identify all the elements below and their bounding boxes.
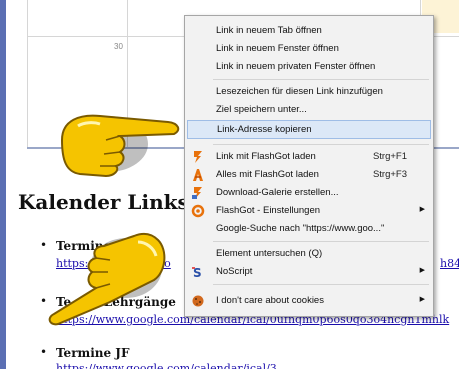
menu-item-noscript[interactable]: S NoScript ▶ — [185, 263, 433, 281]
pointing-hand-icon — [48, 232, 166, 326]
flashgot-icon — [194, 151, 202, 163]
menu-item-shortcut: Strg+F3 — [372, 169, 407, 180]
noscript-icon: S — [192, 266, 202, 279]
menu-item-open-new-window[interactable]: Link in neuem Fenster öffnen — [185, 40, 433, 58]
menu-item-label: Google-Suche nach "https://www.goo..." — [216, 223, 385, 234]
menu-item-flashgot-settings[interactable]: FlashGot - Einstellungen ▶ — [185, 202, 433, 220]
flashgot-settings-icon — [191, 204, 205, 218]
gallery-icon — [192, 187, 202, 199]
menu-item-save-link-as[interactable]: Ziel speichern unter... — [185, 101, 433, 119]
menu-item-label: Link-Adresse kopieren — [217, 124, 312, 135]
pointing-hand-icon — [60, 114, 180, 178]
menu-item-flashgot-all[interactable]: Alles mit FlashGot laden Strg+F3 — [185, 166, 433, 184]
calendar-link-3[interactable]: https://www.google.com/calendar/ical/3..… — [56, 362, 456, 369]
browser-page: 30 Kalender Links zu • Termine https:// … — [0, 0, 459, 369]
menu-separator — [213, 79, 429, 80]
calendar-col-divider — [27, 0, 28, 148]
menu-item-download-gallery[interactable]: Download-Galerie erstellen... — [185, 184, 433, 202]
menu-item-label: Alles mit FlashGot laden — [216, 169, 319, 180]
menu-item-label: Element untersuchen (Q) — [216, 248, 323, 259]
menu-item-label: NoScript — [216, 266, 253, 277]
menu-item-label: Download-Galerie erstellen... — [216, 187, 339, 198]
menu-item-label: Link in neuem privaten Fenster öffnen — [216, 61, 376, 72]
menu-item-copy-link[interactable]: Link-Adresse kopieren — [187, 120, 431, 139]
menu-item-open-private-window[interactable]: Link in neuem privaten Fenster öffnen — [185, 58, 433, 76]
list-item-title: Termine JF — [56, 346, 130, 360]
menu-item-label: I don't care about cookies — [216, 295, 324, 306]
menu-item-inspect-element[interactable]: Element untersuchen (Q) — [185, 245, 433, 263]
menu-item-label: Link in neuem Tab öffnen — [216, 25, 322, 36]
submenu-arrow-icon: ▶ — [419, 206, 425, 213]
bullet-icon: • — [40, 345, 48, 359]
menu-item-cookies[interactable]: I don't care about cookies ▶ — [185, 292, 433, 310]
menu-separator — [213, 284, 429, 285]
page-left-border — [0, 0, 6, 369]
menu-item-flashgot-link[interactable]: Link mit FlashGot laden Strg+F1 — [185, 148, 433, 166]
menu-separator — [213, 241, 429, 242]
menu-item-label: FlashGot - Einstellungen — [216, 205, 321, 216]
cookie-icon — [192, 295, 204, 307]
calendar-link-1-fragment[interactable]: h84 — [440, 257, 459, 270]
flashgot-all-icon — [193, 169, 203, 181]
submenu-arrow-icon: ▶ — [419, 296, 425, 303]
menu-item-label: Lesezeichen für diesen Link hinzufügen — [216, 86, 383, 97]
context-menu: Link in neuem Tab öffnen Link in neuem F… — [184, 15, 434, 317]
menu-item-shortcut: Strg+F1 — [372, 151, 407, 162]
menu-item-label: Link mit FlashGot laden — [216, 151, 316, 162]
menu-item-label: Link in neuem Fenster öffnen — [216, 43, 339, 54]
menu-item-open-new-tab[interactable]: Link in neuem Tab öffnen — [185, 22, 433, 40]
menu-item-bookmark-link[interactable]: Lesezeichen für diesen Link hinzufügen — [185, 83, 433, 101]
menu-separator — [213, 144, 429, 145]
menu-item-google-search[interactable]: Google-Suche nach "https://www.goo..." — [185, 220, 433, 238]
submenu-arrow-icon: ▶ — [419, 267, 425, 274]
calendar-day-number[interactable]: 30 — [114, 42, 123, 51]
menu-item-label: Ziel speichern unter... — [216, 104, 307, 115]
